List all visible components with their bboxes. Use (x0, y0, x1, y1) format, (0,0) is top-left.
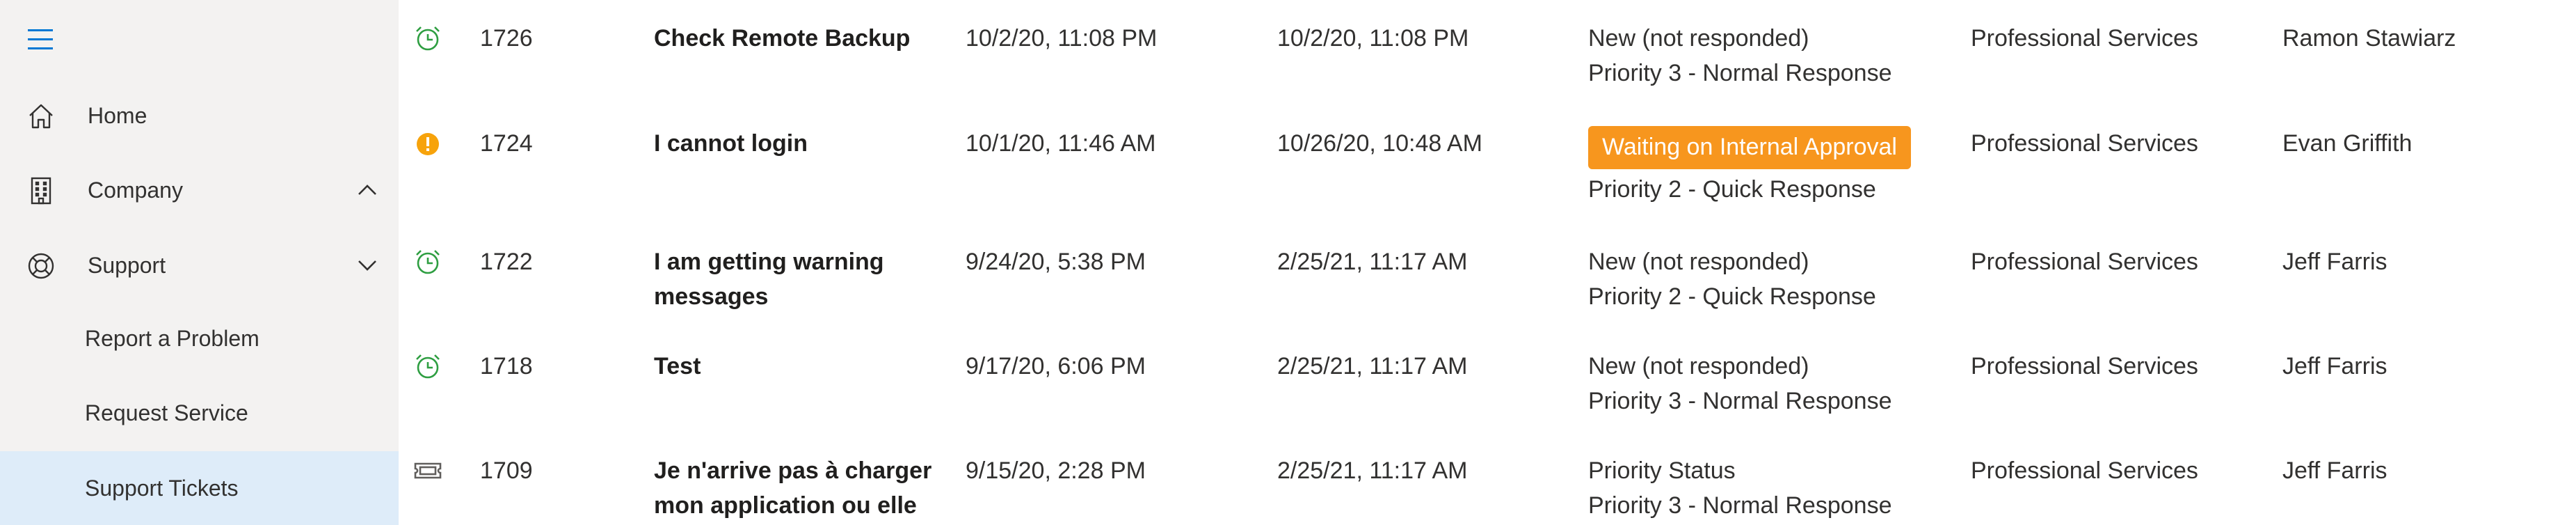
sidebar: Home Company Support Report a Problem Re… (0, 0, 399, 525)
ticket-owner: Jeff Farris (2282, 353, 2387, 379)
tickets-table: 1726 Check Remote Backup 10/2/20, 11:08 … (399, 0, 2576, 525)
table-row[interactable]: 1726 Check Remote Backup 10/2/20, 11:08 … (399, 21, 2576, 97)
sidebar-item-support[interactable]: Support (0, 237, 399, 293)
lifebuoy-icon (26, 251, 56, 281)
ticket-department: Professional Services (1971, 25, 2198, 52)
ticket-id: 1722 (480, 249, 533, 275)
sidebar-subitem-label: Report a Problem (85, 326, 259, 351)
ticket-priority: Priority 2 - Quick Response (1588, 283, 1876, 310)
ticket-updated: 10/2/20, 11:08 PM (1277, 25, 1469, 52)
ticket-status-cell: Priority Status Priority 3 - Normal Resp… (1588, 453, 1891, 523)
ticket-department: Professional Services (1971, 249, 2198, 275)
ticket-title[interactable]: Test (654, 349, 946, 384)
ticket-created: 9/24/20, 5:38 PM (966, 249, 1146, 275)
alarm-clock-icon (413, 23, 443, 54)
home-icon (26, 102, 56, 131)
sidebar-item-home[interactable]: Home (0, 88, 399, 143)
table-row[interactable]: 1724 I cannot login 10/1/20, 11:46 AM 10… (399, 126, 2576, 217)
ticket-status: Priority Status (1588, 457, 1736, 484)
ticket-id: 1709 (480, 457, 533, 484)
sidebar-item-label: Company (88, 178, 183, 203)
alarm-clock-icon (413, 351, 443, 382)
ticket-status: New (not responded) (1588, 249, 1809, 275)
ticket-status-cell: Waiting on Internal Approval Priority 2 … (1588, 126, 1911, 207)
ticket-created: 9/15/20, 2:28 PM (966, 457, 1146, 484)
chevron-down-icon[interactable] (356, 256, 378, 274)
ticket-status: New (not responded) (1588, 353, 1809, 379)
ticket-priority: Priority 3 - Normal Response (1588, 60, 1892, 86)
ticket-department: Professional Services (1971, 130, 2198, 157)
ticket-updated: 2/25/21, 11:17 AM (1277, 457, 1468, 484)
ticket-priority: Priority 3 - Normal Response (1588, 492, 1892, 519)
ticket-updated: 2/25/21, 11:17 AM (1277, 353, 1468, 379)
building-icon (26, 176, 56, 205)
ticket-created: 10/2/20, 11:08 PM (966, 25, 1158, 52)
ticket-department: Professional Services (1971, 353, 2198, 379)
ticket-priority: Priority 3 - Normal Response (1588, 388, 1892, 414)
sidebar-item-label: Support (88, 253, 166, 278)
ticket-title[interactable]: Je n'arrive pas à charger mon applicatio… (654, 453, 946, 523)
ticket-status-cell: New (not responded) Priority 3 - Normal … (1588, 349, 1891, 418)
status-badge: Waiting on Internal Approval (1588, 126, 1911, 169)
ticket-icon (413, 455, 443, 486)
ticket-priority: Priority 2 - Quick Response (1588, 176, 1876, 203)
table-row[interactable]: 1722 I am getting warning messages 9/24/… (399, 244, 2576, 321)
ticket-title[interactable]: I am getting warning messages (654, 244, 946, 314)
ticket-title[interactable]: Check Remote Backup (654, 21, 946, 56)
ticket-created: 10/1/20, 11:46 AM (966, 130, 1156, 157)
hamburger-menu-icon[interactable] (26, 26, 56, 56)
ticket-owner: Jeff Farris (2282, 249, 2387, 275)
ticket-id: 1718 (480, 353, 533, 379)
ticket-updated: 10/26/20, 10:48 AM (1277, 130, 1482, 157)
table-row[interactable]: 1709 Je n'arrive pas à charger mon appli… (399, 453, 2576, 525)
sidebar-subitem-label: Support Tickets (85, 476, 239, 501)
chevron-up-icon[interactable] (356, 181, 378, 199)
ticket-status-cell: New (not responded) Priority 2 - Quick R… (1588, 244, 1876, 314)
table-row[interactable]: 1718 Test 9/17/20, 6:06 PM 2/25/21, 11:1… (399, 349, 2576, 425)
sidebar-item-company[interactable]: Company (0, 162, 399, 218)
sidebar-subitem-label: Request Service (85, 400, 248, 425)
ticket-owner: Evan Griffith (2282, 130, 2413, 157)
ticket-title[interactable]: I cannot login (654, 126, 946, 161)
sidebar-item-label: Home (88, 103, 147, 128)
alarm-clock-icon (413, 246, 443, 277)
ticket-id: 1724 (480, 130, 533, 157)
warning-circle-icon (413, 129, 443, 159)
ticket-updated: 2/25/21, 11:17 AM (1277, 249, 1468, 275)
ticket-id: 1726 (480, 25, 533, 52)
ticket-department: Professional Services (1971, 457, 2198, 484)
ticket-status: New (not responded) (1588, 25, 1809, 52)
ticket-owner: Ramon Stawiarz (2282, 25, 2456, 52)
ticket-status-cell: New (not responded) Priority 3 - Normal … (1588, 21, 1891, 91)
sidebar-subitem-support-tickets[interactable]: Support Tickets (0, 451, 399, 525)
ticket-created: 9/17/20, 6:06 PM (966, 353, 1146, 379)
sidebar-subitem-request-service[interactable]: Request Service (0, 376, 399, 450)
ticket-owner: Jeff Farris (2282, 457, 2387, 484)
sidebar-subitem-report-a-problem[interactable]: Report a Problem (0, 301, 399, 375)
